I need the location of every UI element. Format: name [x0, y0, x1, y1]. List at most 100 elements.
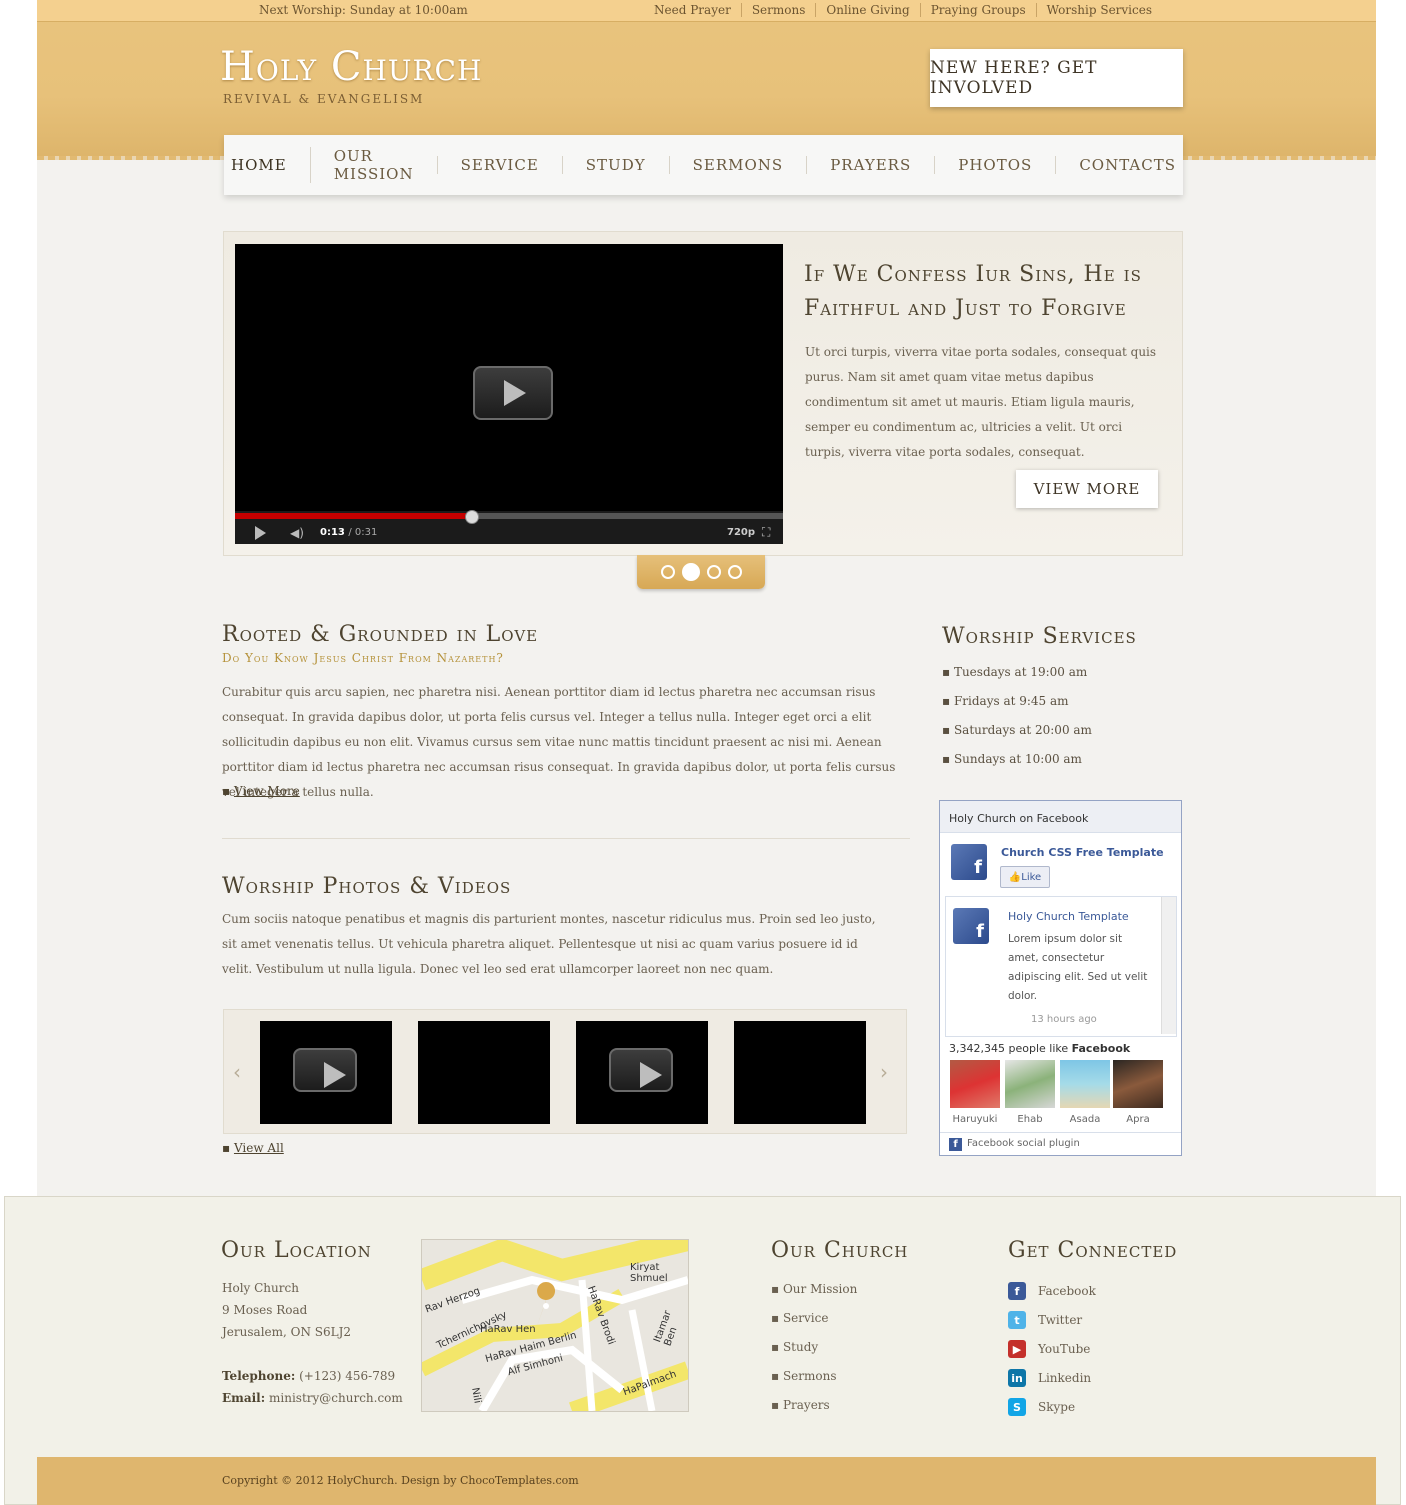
youtube-icon: ▶	[1008, 1340, 1026, 1358]
facebook-page-name[interactable]: Church CSS Free Template	[1001, 846, 1164, 859]
slide-title: If We Confess Iur Sins, He is Faithful a…	[804, 262, 1142, 321]
facebook-icon: f	[949, 1138, 962, 1151]
facebook-count-text: 3,342,345 people like	[949, 1042, 1069, 1055]
social-label: Facebook	[1038, 1284, 1096, 1298]
facebook-post-title[interactable]: Holy Church Template	[1008, 910, 1129, 923]
slider-dot-2[interactable]	[681, 563, 700, 581]
fan-name[interactable]: Asada	[1057, 1114, 1113, 1125]
facebook-box-title[interactable]: Holy Church on Facebook	[949, 812, 1088, 825]
gallery-video-2[interactable]	[418, 1021, 550, 1124]
gallery-view-all: ▪ View All	[222, 1141, 284, 1155]
nav-prayers[interactable]: PRAYERS	[806, 156, 934, 174]
service-time-item: ▪ Tuesdays at 19:00 am	[942, 665, 1088, 679]
service-time-text: Tuesdays at 19:00 am	[953, 665, 1088, 679]
fan-avatar[interactable]	[1113, 1060, 1163, 1108]
gallery-video-3[interactable]	[576, 1021, 708, 1124]
church-link-study[interactable]: ▪ Study	[771, 1340, 818, 1354]
play-icon[interactable]	[609, 1048, 673, 1092]
facebook-post-text: Lorem ipsum dolor sit amet, consectetur …	[1008, 933, 1148, 1002]
nav-study[interactable]: STUDY	[561, 156, 669, 174]
facebook-post-time[interactable]: 13 hours ago	[1031, 1014, 1097, 1025]
top-links: Need Prayer Sermons Online Giving Prayin…	[644, 3, 1152, 17]
social-label: Twitter	[1038, 1313, 1083, 1327]
fan-avatar[interactable]	[1060, 1060, 1110, 1108]
facebook-page-logo[interactable]	[951, 844, 987, 880]
nav-photos[interactable]: PHOTOS	[934, 156, 1055, 174]
facebook-feed-scrollbar[interactable]	[1161, 897, 1176, 1034]
church-link-prayers[interactable]: ▪ Prayers	[771, 1398, 830, 1412]
location-map[interactable]: Kiryat Shmuel Rav Herzog Tchernichovsky …	[421, 1239, 689, 1412]
view-all-link[interactable]: View All	[234, 1141, 284, 1155]
church-link-label: Sermons	[782, 1369, 837, 1383]
facebook-like-count: 3,342,345 people like Facebook	[949, 1042, 1130, 1055]
nav-our-mission[interactable]: OUR MISSION	[309, 147, 437, 183]
address-line: Jerusalem, ON S6LJ2	[222, 1325, 352, 1339]
fan-avatar[interactable]	[1005, 1060, 1055, 1108]
service-time-item: ▪ Saturdays at 20:00 am	[942, 723, 1092, 737]
video-time-total: / 0:31	[348, 527, 378, 538]
video-time: 0:13 / 0:31	[320, 527, 377, 538]
section-divider	[222, 838, 910, 839]
nav-home[interactable]: HOME	[208, 156, 310, 174]
slider-dot-3[interactable]	[706, 565, 721, 579]
view-more-button[interactable]: VIEW MORE	[1016, 470, 1158, 508]
telephone-label: Telephone:	[222, 1369, 296, 1383]
social-link-skype[interactable]: S Skype	[1008, 1398, 1075, 1416]
map-label: HaRav Hen	[480, 1324, 536, 1335]
facebook-plugin-text[interactable]: Facebook social plugin	[967, 1138, 1080, 1149]
about-subtitle: Do You Know Jesus Christ From Nazareth?	[222, 651, 504, 665]
gallery-prev-icon[interactable]: ‹	[233, 1060, 241, 1084]
fan-name[interactable]: Apra	[1110, 1114, 1166, 1125]
church-link-service[interactable]: ▪ Service	[771, 1311, 828, 1325]
facebook-box-header: Holy Church on Facebook	[940, 801, 1181, 833]
about-view-more: ▪ View More	[222, 784, 300, 798]
church-link-label: Prayers	[782, 1398, 830, 1412]
facebook-count-brand[interactable]: Facebook	[1072, 1042, 1131, 1055]
facebook-feed: Holy Church Template Lorem ipsum dolor s…	[945, 896, 1177, 1037]
about-view-more-link[interactable]: View More	[234, 784, 300, 798]
top-link-online-giving[interactable]: Online Giving	[815, 3, 919, 17]
service-time-text: Saturdays at 20:00 am	[953, 723, 1092, 737]
featured-video[interactable]	[235, 244, 783, 544]
nav-sermons[interactable]: SERMONS	[668, 156, 807, 174]
church-link-our-mission[interactable]: ▪ Our Mission	[771, 1282, 857, 1296]
gallery-video-4[interactable]	[734, 1021, 866, 1124]
video-play-icon[interactable]	[255, 526, 266, 540]
get-connected-title: Get Connected	[1008, 1238, 1178, 1263]
social-link-youtube[interactable]: ▶ YouTube	[1008, 1340, 1090, 1358]
gallery-next-icon[interactable]: ›	[880, 1060, 888, 1084]
play-icon[interactable]	[293, 1048, 357, 1092]
slider-dot-1[interactable]	[660, 565, 675, 579]
slider-dot-4[interactable]	[727, 565, 742, 579]
fan-name[interactable]: Ehab	[1002, 1114, 1058, 1125]
facebook-like-button[interactable]: 👍 Like	[1000, 866, 1050, 888]
address-line: 9 Moses Road	[222, 1303, 308, 1317]
top-link-need-prayer[interactable]: Need Prayer	[644, 3, 741, 17]
social-link-facebook[interactable]: f Facebook	[1008, 1282, 1096, 1300]
video-scrubber-handle[interactable]	[465, 510, 479, 524]
get-involved-button[interactable]: NEW HERE? GET INVOLVED	[930, 49, 1183, 107]
play-icon[interactable]	[473, 366, 553, 420]
fullscreen-icon[interactable]: ⛶	[762, 525, 770, 540]
church-link-label: Service	[782, 1311, 829, 1325]
church-link-sermons[interactable]: ▪ Sermons	[771, 1369, 837, 1383]
social-link-linkedin[interactable]: in Linkedin	[1008, 1369, 1091, 1387]
fan-name[interactable]: Haruyuki	[947, 1114, 1003, 1125]
top-link-sermons[interactable]: Sermons	[740, 3, 816, 17]
fan-avatar[interactable]	[950, 1060, 1000, 1108]
logo-title[interactable]: Holy Church	[220, 44, 482, 90]
nav-service[interactable]: SERVICE	[436, 156, 562, 174]
email-line: Email: ministry@church.com	[222, 1387, 403, 1409]
gallery-video-1[interactable]	[260, 1021, 392, 1124]
email-value[interactable]: ministry@church.com	[269, 1391, 403, 1405]
top-link-praying-groups[interactable]: Praying Groups	[919, 3, 1036, 17]
church-link-label: Study	[782, 1340, 819, 1354]
social-link-twitter[interactable]: t Twitter	[1008, 1311, 1082, 1329]
service-time-text: Fridays at 9:45 am	[953, 694, 1069, 708]
video-quality[interactable]: 720p	[727, 527, 755, 538]
facebook-like-box: Holy Church on Facebook Church CSS Free …	[939, 800, 1182, 1156]
volume-icon[interactable]: ◀)	[290, 526, 304, 540]
top-link-worship-services[interactable]: Worship Services	[1035, 3, 1152, 17]
slider-pagination	[637, 555, 765, 589]
nav-contacts[interactable]: CONTACTS	[1055, 156, 1199, 174]
